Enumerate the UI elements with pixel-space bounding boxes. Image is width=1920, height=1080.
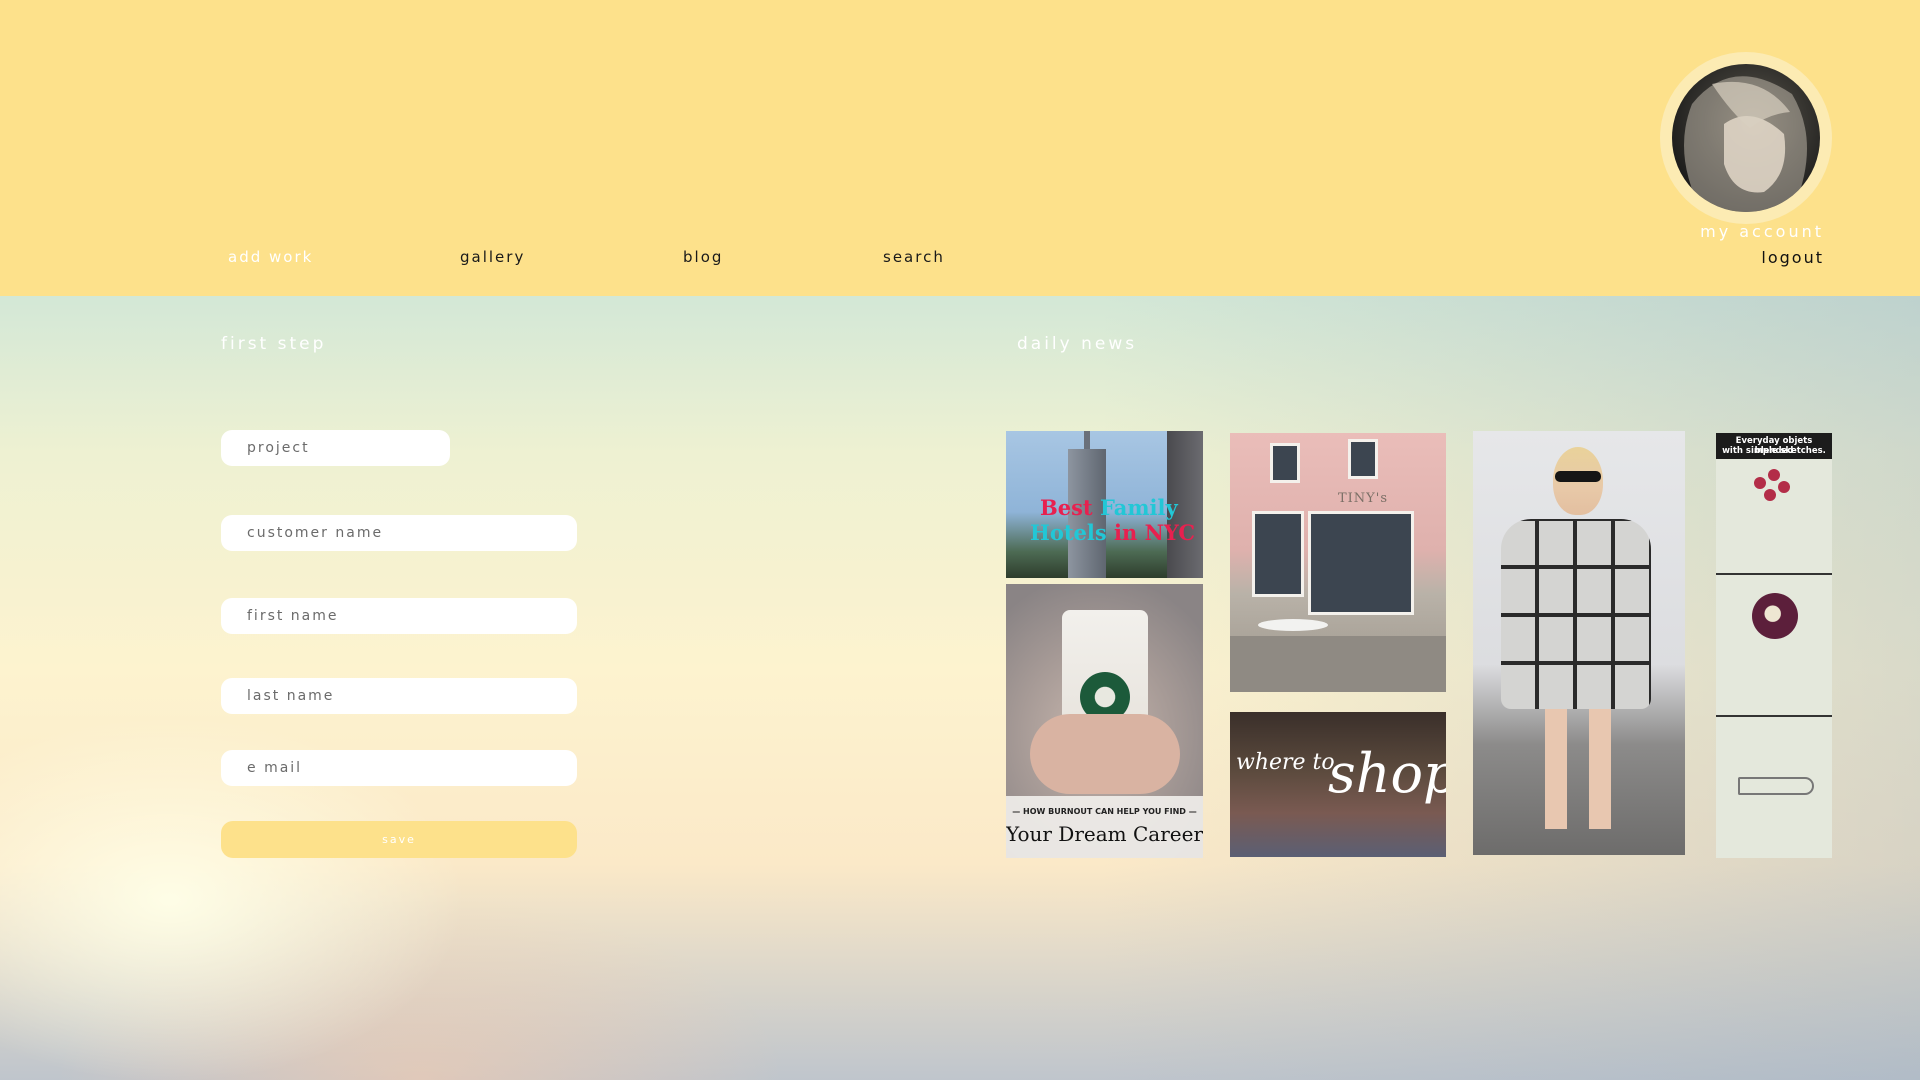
nav-gallery[interactable]: gallery <box>460 248 525 266</box>
nyc-word-hotels: Hotels <box>1030 520 1107 545</box>
news-tile-fashion[interactable] <box>1473 431 1685 855</box>
news-tile-dream-career[interactable]: — HOW BURNOUT CAN HELP YOU FIND — Your D… <box>1006 584 1203 858</box>
plaid-coat-shape <box>1501 519 1651 709</box>
nyc-word-family: Family <box>1099 495 1178 520</box>
first-name-input[interactable] <box>221 598 577 634</box>
balloon-icon <box>1764 489 1776 501</box>
last-name-input[interactable] <box>221 678 577 714</box>
nyc-headline-line2: Hotels in NYC <box>1030 520 1195 545</box>
nav-blog[interactable]: blog <box>683 248 723 266</box>
sketch-divider <box>1716 573 1832 575</box>
sketch-caption-line2: with simple sketches. <box>1722 446 1826 456</box>
cafe-window <box>1252 511 1304 597</box>
my-account-link[interactable]: my account <box>1700 222 1824 241</box>
balloon-icon <box>1754 477 1766 489</box>
cafe-sign: TINY's <box>1338 491 1389 506</box>
leg-shape <box>1589 709 1611 829</box>
balloon-icon <box>1778 481 1790 493</box>
leg-shape <box>1545 709 1567 829</box>
nyc-headline-line1: Best Family <box>1040 495 1178 520</box>
cafe-window <box>1270 443 1300 483</box>
news-title: daily news <box>1017 334 1138 354</box>
nav-search[interactable]: search <box>883 248 945 266</box>
shop-main-text: shop <box>1328 742 1446 805</box>
sketch-caption: Everyday objets blended with simple sket… <box>1716 433 1832 459</box>
cafe-door-window <box>1308 511 1414 615</box>
form-title: first step <box>221 334 327 354</box>
nyc-word-in-nyc: in NYC <box>1114 520 1196 545</box>
nyc-word-best: Best <box>1040 495 1093 520</box>
nav-add-work[interactable]: add work <box>228 248 313 266</box>
sunglasses-icon <box>1555 471 1601 482</box>
career-kicker: — HOW BURNOUT CAN HELP YOU FIND — <box>1012 807 1197 816</box>
news-tile-nyc-hotels[interactable]: Best Family Hotels in NYC <box>1006 431 1203 578</box>
news-tile-cafe[interactable]: TINY's <box>1230 433 1446 692</box>
news-tile-sketches[interactable]: Everyday objets blended with simple sket… <box>1716 433 1832 858</box>
logout-link[interactable]: logout <box>1761 248 1824 267</box>
cafe-table-shape <box>1258 619 1328 631</box>
cafe-window <box>1348 439 1378 479</box>
career-headline: Your Dream Career <box>1006 822 1203 846</box>
hand-shape <box>1030 714 1180 794</box>
email-input[interactable] <box>221 750 577 786</box>
news-tile-where-to-shop[interactable]: where to shop <box>1230 712 1446 857</box>
save-button[interactable]: save <box>221 821 577 858</box>
avatar-portrait-icon <box>1684 76 1807 212</box>
shop-pre-text: where to <box>1236 750 1335 775</box>
avatar-frame[interactable] <box>1660 52 1832 224</box>
top-header: add work gallery blog search my account … <box>0 0 1920 296</box>
customer-name-input[interactable] <box>221 515 577 551</box>
avatar[interactable] <box>1672 64 1820 212</box>
sketch-divider <box>1716 715 1832 717</box>
project-input[interactable] <box>221 430 450 466</box>
sidewalk-shape <box>1230 636 1446 692</box>
balloon-icon <box>1768 469 1780 481</box>
globe-icon <box>1752 593 1798 639</box>
trumpet-icon <box>1738 777 1814 795</box>
